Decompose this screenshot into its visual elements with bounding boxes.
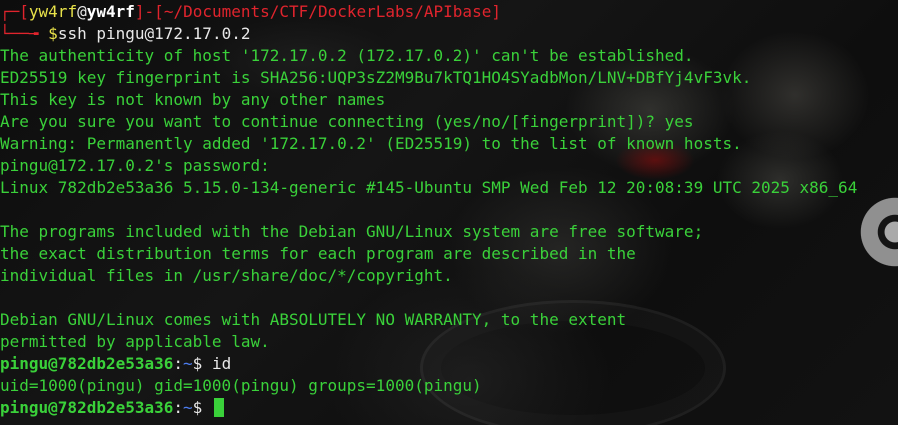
current-path: ~ [183, 398, 193, 417]
output-line: Linux 782db2e53a36 5.15.0-134-generic #1… [0, 178, 858, 197]
remote-colon: : [173, 354, 184, 373]
current-userhost: pingu@782db2e53a36 [0, 398, 174, 417]
terminal-output: ┌─[yw4rf@yw4rf]-[~/Documents/CTF/DockerL… [0, 1, 898, 419]
output-line: pingu@172.17.0.2's password: [0, 156, 270, 175]
prompt-separator: - [144, 2, 155, 21]
text-cursor[interactable] [213, 398, 224, 417]
prompt-dollar: $ [48, 24, 58, 43]
id-output-line: uid=1000(pingu) gid=1000(pingu) groups=1… [0, 376, 482, 395]
output-line: The programs included with the Debian GN… [0, 222, 704, 241]
output-line: ED25519 key fingerprint is SHA256:UQP3sZ… [0, 68, 752, 87]
output-line: Debian GNU/Linux comes with ABSOLUTELY N… [0, 310, 627, 329]
prompt-user: yw4rf [28, 2, 78, 21]
prompt-path-close: ] [491, 2, 501, 21]
remote-prompt-line: pingu@782db2e53a36:~$ id [0, 353, 898, 375]
output-line: The authenticity of host '172.17.0.2 (17… [0, 46, 694, 65]
remote-userhost: pingu@782db2e53a36 [0, 354, 174, 373]
output-line: the exact distribution terms for each pr… [0, 244, 636, 263]
command-ssh: ssh pingu@172.17.0.2 [57, 24, 251, 43]
remote-dollar: $ [192, 354, 212, 373]
command-id: id [211, 354, 232, 373]
current-colon: : [173, 398, 184, 417]
prompt-at: @ [77, 2, 87, 21]
current-prompt-line[interactable]: pingu@782db2e53a36:~$ [0, 397, 898, 419]
prompt-path-open: [ [154, 2, 164, 21]
prompt-host: yw4rf [86, 2, 135, 21]
output-line: individual files in /usr/share/doc/*/cop… [0, 266, 453, 285]
prompt-corner-top: ┌─ [0, 2, 20, 21]
terminal-window[interactable]: ┌─[yw4rf@yw4rf]-[~/Documents/CTF/DockerL… [0, 0, 898, 425]
prompt-path: ~/Documents/CTF/DockerLabs/APIbase [163, 2, 492, 21]
output-line: permitted by applicable law. [0, 332, 270, 351]
prompt-bracket-open: [ [19, 2, 29, 21]
remote-path: ~ [183, 354, 193, 373]
prompt-corner-bottom: └──╼ [0, 24, 49, 43]
output-line: Warning: Permanently added '172.17.0.2' … [0, 134, 742, 153]
output-line: This key is not known by any other names [0, 90, 386, 109]
prompt-line-top: ┌─[yw4rf@yw4rf]-[~/Documents/CTF/DockerL… [0, 1, 898, 23]
prompt-line-command: └──╼ $ssh pingu@172.17.0.2 [0, 23, 898, 45]
prompt-bracket-close: ] [134, 2, 145, 21]
output-line: Are you sure you want to continue connec… [0, 112, 694, 131]
current-dollar: $ [192, 398, 212, 417]
